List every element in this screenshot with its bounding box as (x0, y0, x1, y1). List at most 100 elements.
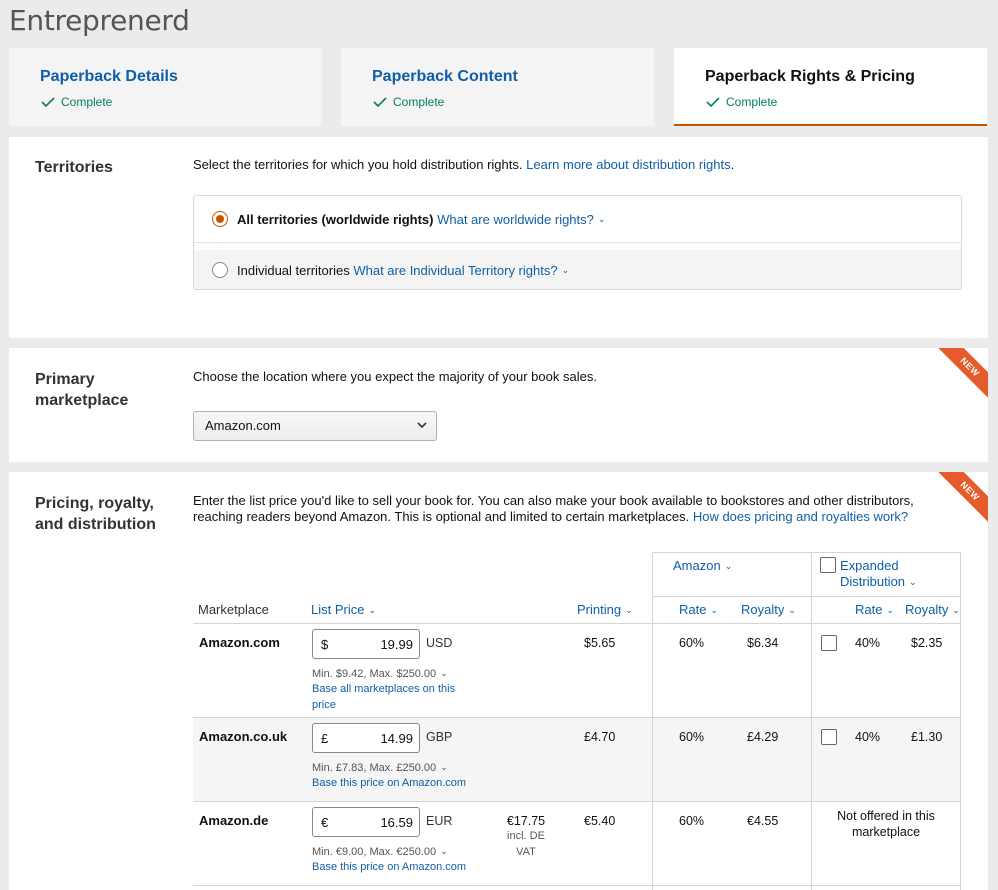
vat-inclusive-price: €17.75 incl. DE VAT (498, 814, 554, 860)
ed-royalty-rate: 40% (855, 636, 881, 650)
expanded-distribution-checkbox[interactable] (821, 635, 837, 651)
note-line: marketplace (851, 825, 921, 839)
royalty-header[interactable]: Royalty ⌄ (741, 602, 796, 617)
base-all-marketplaces-link[interactable]: Base all marketplaces on this price (312, 681, 455, 713)
chevron-down-icon: ⌄ (440, 668, 448, 678)
new-badge-text: NEW (938, 472, 988, 522)
divider (193, 717, 961, 718)
printing-cost: £4.70 (584, 730, 616, 744)
list-price-header[interactable]: List Price ⌄ (311, 602, 376, 617)
status-text: Complete (726, 95, 778, 109)
pricing-table: Amazon ⌄ Expanded Distribution ⌄ Marketpla… (193, 552, 961, 890)
row-marketplace: Amazon.co.uk (199, 729, 288, 744)
tab-label: Paperback Rights & Pricing (705, 68, 915, 85)
radio-individual-territories[interactable] (212, 262, 228, 278)
chevron-down-icon: ⌄ (952, 605, 960, 615)
min-max-text: Min. £7.83, Max. £250.00 (312, 762, 437, 774)
primary-description: Choose the location where you expect the… (193, 369, 597, 384)
tab-paperback-content[interactable]: Paperback Content Complete (341, 48, 654, 126)
check-icon (373, 97, 387, 108)
chevron-down-icon: ⌄ (625, 605, 633, 615)
section-title: Primary marketplace (35, 369, 128, 411)
chevron-down-icon: ⌄ (886, 605, 895, 615)
tab-paperback-details[interactable]: Paperback Details Complete (9, 48, 322, 126)
divider (652, 596, 961, 597)
note-line: Not offered in this (837, 809, 935, 823)
printing-header[interactable]: Printing ⌄ (577, 602, 633, 617)
rate-header[interactable]: Rate ⌄ (679, 602, 718, 617)
marketplace-header: Marketplace (198, 602, 269, 617)
base-price-link[interactable]: Base this price on Amazon.com (312, 859, 466, 875)
worldwide-rights-link[interactable]: What are worldwide rights? (437, 212, 594, 227)
price-value: 16.59 (380, 815, 413, 830)
chevron-down-icon[interactable]: ⌄ (598, 214, 606, 225)
all-territories-option[interactable]: All territories (worldwide rights) What … (194, 196, 961, 243)
price-value: 14.99 (380, 731, 413, 746)
expanded-distribution-checkbox[interactable] (820, 557, 836, 573)
new-badge: NEW (938, 472, 988, 522)
marketplace-select[interactable]: Amazon.com (193, 411, 437, 441)
territories-section: Territories Select the territories for w… (9, 137, 988, 338)
new-badge-text: NEW (938, 348, 988, 398)
incl-price: €17.75 (506, 814, 546, 828)
pricing-royalties-link[interactable]: How does pricing and royalties work? (693, 509, 908, 524)
ed-royalty-rate: 40% (855, 730, 881, 744)
chevron-down-icon: ⌄ (788, 605, 796, 615)
min-max-text: Min. $9.42, Max. $250.00 (312, 668, 437, 680)
individual-territories-option[interactable]: Individual territories What are Individu… (194, 250, 961, 289)
tab-status: Complete (41, 95, 112, 109)
title-line: and distribution (35, 516, 156, 533)
header-label: Printing (577, 602, 622, 617)
header-label: Royalty (905, 602, 949, 617)
row-marketplace: Amazon.com (199, 635, 280, 650)
tab-paperback-rights-pricing[interactable]: Paperback Rights & Pricing Complete (674, 48, 987, 126)
section-title: Territories (35, 159, 113, 176)
currency-symbol: $ (321, 637, 329, 652)
chevron-down-icon: ⌄ (440, 846, 448, 856)
tab-status: Complete (706, 95, 777, 109)
chevron-down-icon (417, 422, 427, 429)
amazon-header[interactable]: Amazon ⌄ (673, 558, 732, 573)
expanded-distribution-checkbox[interactable] (821, 729, 837, 745)
min-max-toggle[interactable]: Min. €9.00, Max. €250.00 ⌄ (312, 843, 448, 860)
expanded-distribution-header[interactable]: Expanded Distribution ⌄ (840, 558, 917, 590)
desc-line: reaching readers beyond Amazon. This is … (193, 509, 690, 524)
section-title: Pricing, royalty, and distribution (35, 493, 156, 535)
printing-cost: $5.65 (584, 636, 616, 650)
chevron-down-icon: ⌄ (440, 762, 448, 772)
header-label: Distribution (840, 574, 906, 589)
row-background (193, 717, 961, 801)
tab-status: Complete (373, 95, 444, 109)
list-price-input[interactable]: $ 19.99 (312, 629, 420, 659)
chevron-down-icon[interactable]: ⌄ (562, 265, 570, 276)
territory-options: All territories (worldwide rights) What … (193, 195, 962, 290)
currency-code: EUR (426, 814, 453, 828)
divider (960, 552, 961, 890)
min-max-toggle[interactable]: Min. £7.83, Max. £250.00 ⌄ (312, 759, 448, 776)
radio-all-territories[interactable] (212, 211, 228, 227)
header-label: List Price (311, 602, 365, 617)
chevron-down-icon: ⌄ (724, 561, 733, 571)
tab-label: Paperback Details (40, 68, 178, 85)
status-text: Complete (61, 95, 113, 109)
min-max-toggle[interactable]: Min. $9.42, Max. $250.00 ⌄ (312, 665, 448, 682)
divider (193, 801, 961, 802)
list-price-input[interactable]: £ 14.99 (312, 723, 420, 753)
tab-label: Paperback Content (372, 68, 518, 85)
pricing-section: Pricing, royalty, and distribution Enter… (9, 472, 988, 890)
divider (193, 885, 961, 886)
ed-rate-header[interactable]: Rate ⌄ (855, 602, 894, 617)
base-price-link[interactable]: Base this price on Amazon.com (312, 775, 466, 791)
distribution-rights-link[interactable]: Learn more about distribution rights (526, 157, 731, 172)
currency-code: GBP (426, 730, 453, 744)
individual-rights-link[interactable]: What are Individual Territory rights? (353, 263, 557, 278)
link-line: price (312, 699, 336, 711)
list-price-input[interactable]: € 16.59 (312, 807, 420, 837)
pricing-description: Enter the list price you'd like to sell … (193, 493, 953, 525)
divider (652, 552, 653, 890)
check-icon (41, 97, 55, 108)
header-label: Royalty (741, 602, 785, 617)
row-marketplace: Amazon.de (199, 813, 269, 828)
header-label: Expanded (840, 558, 899, 573)
ed-royalty-header[interactable]: Royalty ⌄ (905, 602, 960, 617)
